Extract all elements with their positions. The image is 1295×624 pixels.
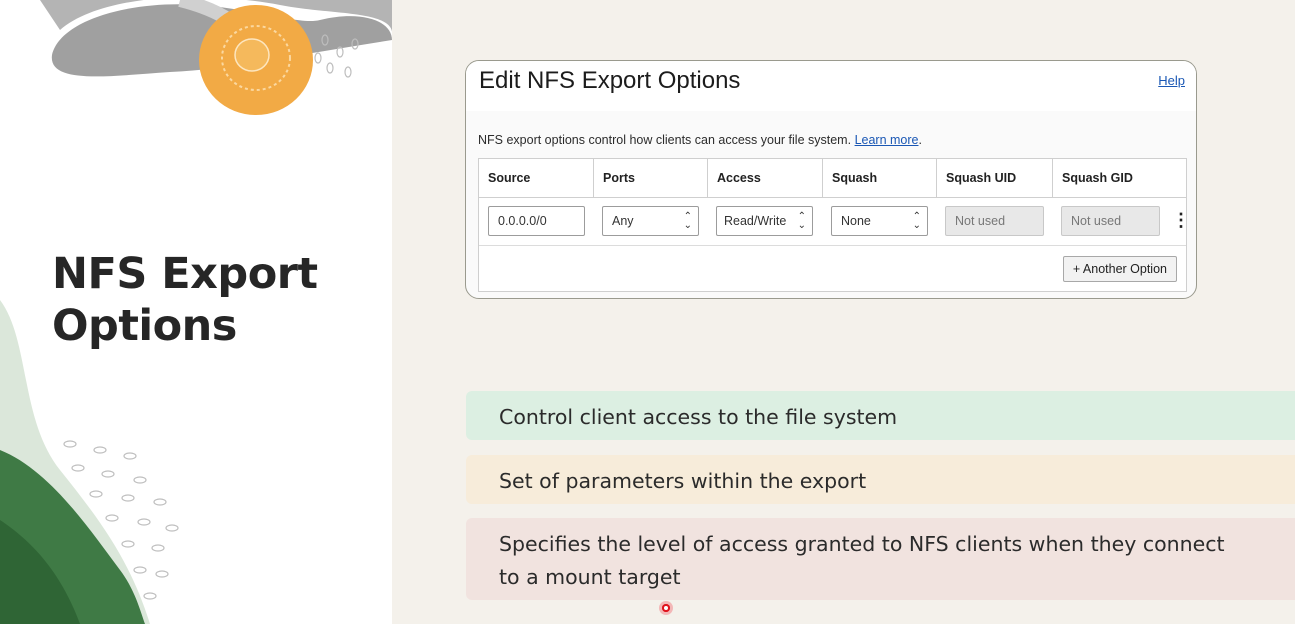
column-header-squash-uid: Squash UID [937,159,1053,197]
add-another-option-button[interactable]: + Another Option [1062,256,1177,282]
bullet-control-client-access: Control client access to the file system [466,391,1295,440]
ports-select-value: Any [612,214,634,228]
squash-select-value: None [841,214,871,228]
up-down-chevron-icon: ⌃ ⌄ [683,211,692,231]
ports-select[interactable]: Any ⌃ ⌄ [602,206,699,236]
column-header-squash: Squash [823,159,937,197]
access-select-value: Read/Write [724,214,787,228]
bullet-access-level-line2: to a mount target [499,565,681,589]
dialog-title: Edit NFS Export Options [479,67,741,94]
access-select[interactable]: Read/Write ⌃ ⌄ [716,206,813,236]
squash-uid-input[interactable]: Not used [945,206,1044,236]
slide-title: NFS Export Options [52,249,318,351]
table-header: Source Ports Access Squash Squash UID Sq… [479,159,1186,198]
squash-gid-input[interactable]: Not used [1061,206,1160,236]
column-header-ports: Ports [594,159,708,197]
dialog-header: Edit NFS Export Options Help [466,61,1196,111]
edit-nfs-export-options-dialog: Edit NFS Export Options Help NFS export … [465,60,1197,299]
column-header-squash-gid: Squash GID [1062,171,1133,185]
pointer-cursor-icon [659,601,673,615]
help-link[interactable]: Help [1158,73,1185,88]
bullet-access-level-line1: Specifies the level of access granted to… [499,532,1225,556]
bullet-access-level: Specifies the level of access granted to… [466,518,1295,600]
learn-more-link[interactable]: Learn more [855,133,919,147]
export-options-table: Source Ports Access Squash Squash UID Sq… [478,158,1190,292]
table-row: 0.0.0.0/0 Any ⌃ ⌄ Read/Write ⌃ ⌄ None ⌃ ⌄ N… [479,197,1190,246]
bullet-set-of-parameters: Set of parameters within the export [466,455,1295,504]
squash-select[interactable]: None ⌃ ⌄ [831,206,928,236]
dialog-description: NFS export options control how clients c… [478,133,922,147]
column-header-access: Access [708,159,823,197]
up-down-chevron-icon: ⌃ ⌄ [797,211,806,231]
source-input[interactable]: 0.0.0.0/0 [488,206,585,236]
up-down-chevron-icon: ⌃ ⌄ [912,211,921,231]
kebab-menu-icon[interactable]: ⋮ [1172,211,1190,229]
column-header-source: Source [479,159,594,197]
